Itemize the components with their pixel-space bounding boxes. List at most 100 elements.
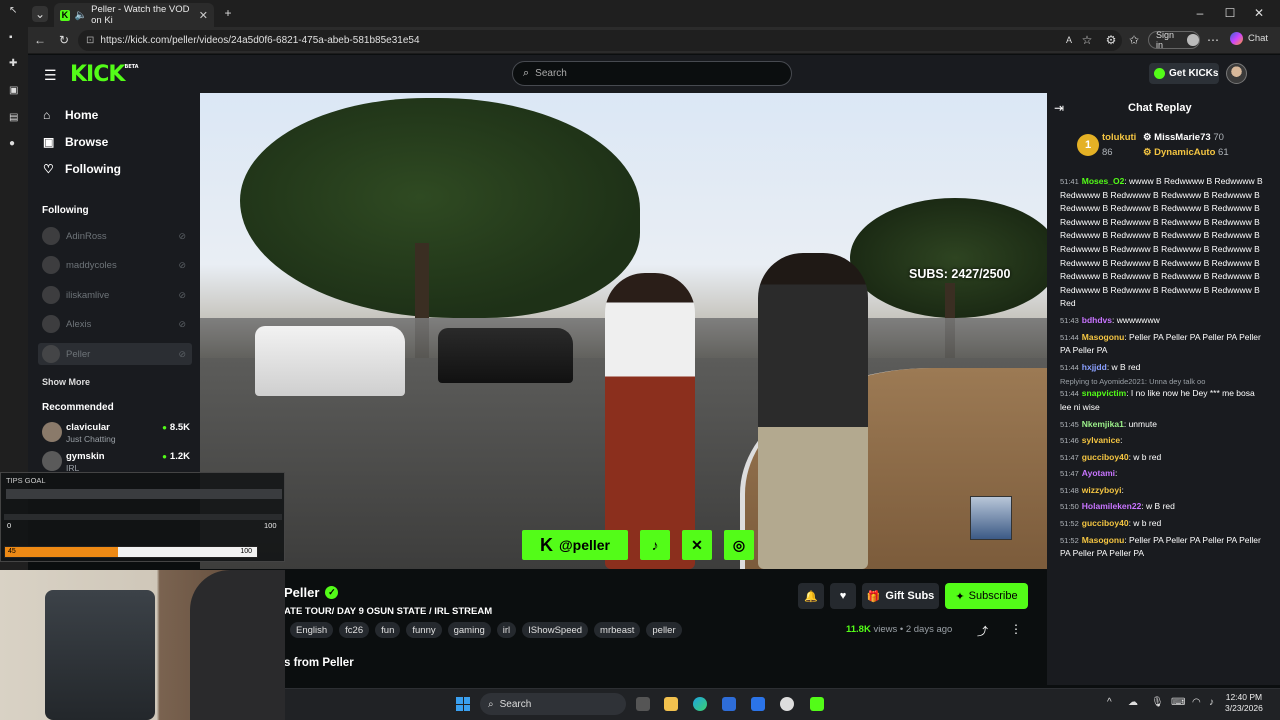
follow-heart-button[interactable]: ♥ xyxy=(830,583,856,609)
followed-channel[interactable]: AdinRoss ⊘ xyxy=(42,225,192,247)
read-aloud-icon[interactable]: A xyxy=(1062,33,1076,47)
search-input[interactable]: ⌕ Search xyxy=(512,61,792,86)
close-window-button[interactable]: ✕ xyxy=(1252,6,1266,20)
user-avatar[interactable] xyxy=(1226,63,1247,84)
wifi-icon[interactable]: ◠ xyxy=(1192,697,1201,708)
chat-message[interactable]: 51:52 gucciboy40: w b red xyxy=(1060,517,1265,531)
chat-message[interactable]: Replying to Ayomide2021: Unna dey talk o… xyxy=(1060,377,1265,414)
recommended-channel[interactable]: clavicular Just Chatting 8.5K xyxy=(42,420,192,446)
kick-app-icon[interactable] xyxy=(810,697,824,711)
side-icon-4[interactable]: ▤ xyxy=(9,112,19,123)
tag-chip[interactable]: English xyxy=(290,622,334,638)
chat-username[interactable]: Moses_O2 xyxy=(1082,176,1125,186)
tag-chip[interactable]: peller xyxy=(646,622,682,638)
chat-message[interactable]: 51:48 wizzyboyi: xyxy=(1060,484,1265,498)
chat-message[interactable]: 51:43 bdhdvs: wwwwwww xyxy=(1060,314,1265,328)
back-icon[interactable]: ← xyxy=(33,33,47,47)
chat-message[interactable]: 51:47 Ayotami: xyxy=(1060,467,1265,481)
leaderboard-second[interactable]: ⚙ MissMarie73 70 xyxy=(1143,132,1224,143)
maximize-button[interactable]: ☐ xyxy=(1223,6,1237,20)
chat-username[interactable]: Ayotami xyxy=(1082,468,1115,478)
minimize-button[interactable]: – xyxy=(1193,6,1207,20)
side-icon-5[interactable]: ● xyxy=(9,138,19,149)
chat-username[interactable]: sylvanice xyxy=(1082,435,1120,445)
collapse-chat-icon[interactable]: ⇥ xyxy=(1054,101,1064,115)
nav-following[interactable]: ♡ Following xyxy=(43,162,121,176)
volume-icon[interactable]: ♪ xyxy=(1209,697,1214,708)
gift-subs-button[interactable]: 🎁 Gift Subs xyxy=(862,583,939,609)
side-icon-1[interactable]: ▪ xyxy=(9,32,19,43)
task-view-icon[interactable] xyxy=(636,697,650,711)
get-kicks-button[interactable]: Get KICKs xyxy=(1149,63,1219,84)
side-icon-2[interactable]: ✚ xyxy=(9,58,19,69)
tag-chip[interactable]: fun xyxy=(375,622,401,638)
tag-chip[interactable]: funny xyxy=(406,622,442,638)
taskbar-search[interactable]: ⌕ Search xyxy=(480,693,626,715)
leaderboard-top-name[interactable]: tolukuti xyxy=(1102,132,1136,143)
sign-in-button[interactable]: Sign in xyxy=(1148,30,1200,50)
speaker-icon[interactable]: 🔈 xyxy=(75,10,87,21)
chat-username[interactable]: hxjjdd xyxy=(1082,362,1107,372)
notification-bell-button[interactable]: 🔔 xyxy=(798,583,824,609)
refresh-icon[interactable]: ↻ xyxy=(57,33,71,47)
new-tab-button[interactable]: + xyxy=(221,6,235,20)
chat-username[interactable]: Masogonu xyxy=(1082,535,1125,545)
extensions-icon[interactable]: ⚙ xyxy=(1104,33,1118,47)
chat-message[interactable]: 51:45 Nkemjika1: unmute xyxy=(1060,418,1265,432)
nav-home[interactable]: ⌂ Home xyxy=(43,108,98,122)
video-player[interactable]: Adeola30SUNYCOGB dedwizzyboyiroshmoney02… xyxy=(200,93,1047,569)
tag-chip[interactable]: IShowSpeed xyxy=(522,622,589,638)
app-icon[interactable] xyxy=(780,697,794,711)
nav-browse[interactable]: ▣ Browse xyxy=(43,135,108,149)
more-options-icon[interactable]: ⋮ xyxy=(1010,622,1022,636)
tag-chip[interactable]: gaming xyxy=(447,622,491,638)
tag-chip[interactable]: mrbeast xyxy=(594,622,641,638)
show-more-link[interactable]: Show More xyxy=(42,377,90,387)
chat-username[interactable]: wizzyboyi xyxy=(1082,485,1122,495)
tab-list-button[interactable]: ⌄ xyxy=(32,6,48,22)
chat-username[interactable]: Holamileken22 xyxy=(1082,501,1142,511)
url-field[interactable]: ⊡ https://kick.com/peller/videos/24a5d0f… xyxy=(78,30,1122,51)
favorites-icon[interactable]: ✩ xyxy=(1127,33,1141,47)
browser-tab[interactable]: K 🔈 Peller - Watch the VOD on Ki ✕ xyxy=(54,3,214,27)
chat-username[interactable]: bdhdvs xyxy=(1082,315,1112,325)
chat-message[interactable]: 51:44 hxjjdd: w B red xyxy=(1060,361,1265,375)
close-tab-icon[interactable]: ✕ xyxy=(199,9,208,22)
subscribe-button[interactable]: ✦ Subscribe xyxy=(945,583,1028,609)
windows-start-icon[interactable] xyxy=(456,697,470,711)
menu-icon[interactable]: ☰ xyxy=(44,67,57,84)
chat-username[interactable]: gucciboy40 xyxy=(1082,452,1129,462)
followed-channel[interactable]: iliskamlive ⊘ xyxy=(42,284,192,306)
share-icon[interactable]: ⤴ xyxy=(977,623,988,639)
chat-message[interactable]: 51:46 sylvanice: xyxy=(1060,434,1265,448)
system-clock[interactable]: 12:40 PM 3/23/2026 xyxy=(1225,692,1263,714)
chat-message[interactable]: 51:41 Moses_O2: wwww B Redwwww B Redwwww … xyxy=(1060,175,1265,311)
chat-message[interactable]: 51:50 Holamileken22: w B red xyxy=(1060,500,1265,514)
more-menu-icon[interactable]: ⋯ xyxy=(1206,33,1220,47)
chat-username[interactable]: Masogonu xyxy=(1082,332,1125,342)
keyboard-icon[interactable]: ⌨ xyxy=(1171,697,1185,708)
followed-channel[interactable]: Alexis ⊘ xyxy=(42,313,192,335)
chat-message[interactable]: 51:47 gucciboy40: w b red xyxy=(1060,451,1265,465)
chat-username[interactable]: snapvictim xyxy=(1082,388,1126,398)
edge-browser-icon[interactable] xyxy=(693,697,707,711)
tray-expand-icon[interactable]: ^ xyxy=(1107,697,1112,708)
chat-username[interactable]: gucciboy40 xyxy=(1082,518,1129,528)
chat-username[interactable]: Nkemjika1 xyxy=(1082,419,1124,429)
followed-channel[interactable]: maddycoles ⊘ xyxy=(42,254,192,276)
mic-icon[interactable]: 🎙 xyxy=(1151,697,1164,708)
file-explorer-icon[interactable] xyxy=(664,697,678,711)
chat-message[interactable]: 51:44 Masogonu: Peller PA Peller PA Pelle… xyxy=(1060,331,1265,358)
followed-channel-selected[interactable]: Peller ⊘ xyxy=(38,343,192,365)
onedrive-icon[interactable]: ☁ xyxy=(1128,697,1138,708)
tag-chip[interactable]: irl xyxy=(496,622,517,638)
site-info-icon[interactable]: ⊡ xyxy=(86,35,94,46)
chat-message[interactable]: 51:52 Masogonu: Peller PA Peller PA Pelle… xyxy=(1060,534,1265,561)
leaderboard-third[interactable]: ⚙ DynamicAuto 61 xyxy=(1143,147,1229,158)
streamer-name[interactable]: Peller ✓ xyxy=(284,585,339,600)
side-icon-3[interactable]: ▣ xyxy=(9,85,19,96)
kick-logo[interactable]: KICKBETA xyxy=(70,62,139,87)
store-icon[interactable] xyxy=(722,697,736,711)
copilot-chat-button[interactable]: Chat xyxy=(1230,32,1268,45)
favorite-star-icon[interactable]: ☆ xyxy=(1080,33,1094,47)
